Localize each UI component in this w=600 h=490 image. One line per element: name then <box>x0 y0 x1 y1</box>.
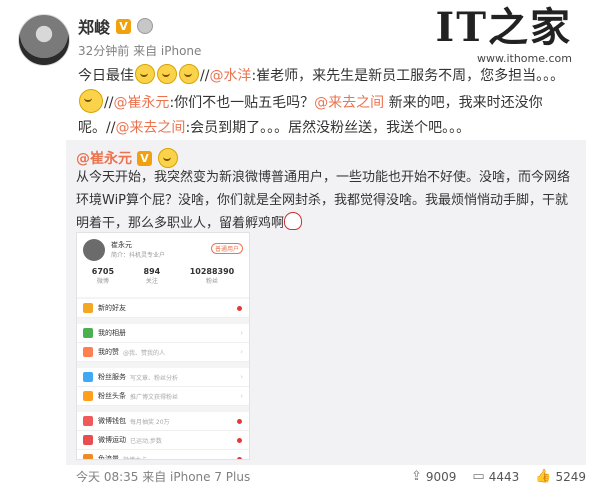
menu-row[interactable]: 新的好友 <box>77 299 249 318</box>
menu-item-icon <box>83 328 93 338</box>
menu-item-label: 新的好友 <box>98 304 126 312</box>
menu-item-sub: 写文章、粉丝分析 <box>130 374 179 382</box>
menu-item-label: 免流量 <box>98 455 119 460</box>
menu-item-label: 粉丝头条 <box>98 392 126 400</box>
action-bar: ⇪ 9009 ▭ 4443 👍 5249 <box>411 468 586 485</box>
menu-item-icon <box>83 454 93 459</box>
post-author: 郑峻 V <box>78 14 154 38</box>
chevron-right-icon: › <box>240 329 243 337</box>
profile-stats: 6705 微博 894 关注 10288390 粉丝 <box>77 267 249 285</box>
chevron-right-icon: › <box>240 373 243 381</box>
mention-link[interactable]: @水洋 <box>209 68 251 84</box>
menu-row[interactable]: 粉丝头条 推广博文获得粉丝 › <box>77 387 249 406</box>
emoji-icon <box>179 64 199 84</box>
menu-row[interactable]: 我的赞 @我、赞我的人 › <box>77 343 249 362</box>
medal-icon <box>137 18 154 34</box>
like-button[interactable]: 👍 5249 <box>535 469 586 484</box>
repost-button[interactable]: ⇪ 9009 <box>411 469 456 484</box>
stat-following: 894 关注 <box>143 267 161 285</box>
menu-item-icon <box>83 391 93 401</box>
profile-intro: 简介：抖机灵专业户 <box>111 252 166 259</box>
text-seg: :会员到期了。。。居然没粉丝送，我送个吧。。。 <box>185 120 471 136</box>
menu-row[interactable]: 粉丝服务 写文章、粉丝分析 › <box>77 368 249 387</box>
emoji-icon <box>158 148 178 168</box>
menu-item-icon <box>83 303 93 313</box>
comment-icon: ▭ <box>472 469 485 484</box>
member-tag: 普通用户 <box>210 243 243 254</box>
menu-row[interactable]: 微博运动 已运动,步数 <box>77 431 249 450</box>
menu-item-sub: 每月抽奖 20万 <box>130 418 170 426</box>
mention-link[interactable]: @来去之间 <box>115 120 185 136</box>
text-seg: :崔老师，来先生是新员工服务不周，您多担当。。。 <box>251 68 565 84</box>
comment-count: 4443 <box>488 469 520 484</box>
repost-meta: 今天 08:35 来自 iPhone 7 Plus <box>76 470 251 484</box>
chevron-right-icon: › <box>240 348 243 356</box>
stat-posts: 6705 微博 <box>91 267 115 285</box>
post-meta: 32分钟前 来自 iPhone <box>78 44 202 58</box>
profile-card: 崔永元 简介：抖机灵专业户 普通用户 6705 微博 894 关注 10288390… <box>77 233 249 297</box>
notification-dot-icon <box>237 418 242 424</box>
menu-item-sub: 已运动,步数 <box>130 437 162 445</box>
attached-screenshot[interactable]: 崔永元 简介：抖机灵专业户 普通用户 6705 微博 894 关注 10288390… <box>76 232 250 460</box>
post-text: 今日最佳//@水洋:崔老师，来先生是新员工服务不周，您多担当。。。 //@崔永元… <box>78 64 578 141</box>
emoji-icon <box>135 64 155 84</box>
thumbs-up-icon: 👍 <box>535 469 552 484</box>
menu-item-label: 微博钱包 <box>98 417 126 425</box>
menu-item-icon <box>83 416 93 426</box>
repost-footer: 今天 08:35 来自 iPhone 7 Plus ⇪ 9009 ▭ 4443 👍 5… <box>76 468 586 485</box>
menu-row[interactable]: 免流量 微博大卡 <box>77 450 249 460</box>
menu-item-sub: @我、赞我的人 <box>123 349 166 357</box>
menu-item-icon <box>83 347 93 357</box>
profile-avatar <box>83 239 105 261</box>
stat-followers: 10288390 粉丝 <box>189 267 235 285</box>
verified-badge-icon: V <box>137 150 152 166</box>
author-name[interactable]: 郑峻 <box>78 14 110 38</box>
notification-dot-icon <box>237 437 242 443</box>
menu-item-icon <box>83 435 93 445</box>
menu-row[interactable]: 我的相册 › <box>77 324 249 343</box>
notification-dot-icon <box>237 305 242 311</box>
notification-dot-icon <box>237 456 242 459</box>
repost-author-link[interactable]: @崔永元 <box>76 148 132 168</box>
repost-icon: ⇪ <box>410 469 422 484</box>
text-seg: :你们不也一贴五毛吗？ <box>169 95 315 111</box>
author-avatar[interactable] <box>18 14 70 66</box>
menu-item-sub: 推广博文获得粉丝 <box>130 393 179 401</box>
repost-count: 9009 <box>425 469 457 484</box>
profile-name: 崔永元 <box>111 241 132 249</box>
like-count: 5249 <box>555 469 586 484</box>
menu-item-icon <box>83 372 93 382</box>
menu-item-label: 我的相册 <box>98 329 126 337</box>
rooster-icon <box>284 212 303 230</box>
text-seg: 今日最佳 <box>78 68 134 84</box>
repost-text: 从今天开始，我突然变为新浪微博普通用户，一些功能也开始不好使。没啥，而今网络环境… <box>76 166 576 235</box>
menu-row[interactable]: 微博钱包 每月抽奖 20万 <box>77 412 249 431</box>
ithome-logo: IT之家 www.ithome.com <box>435 4 572 66</box>
menu-item-label: 微博运动 <box>98 436 126 444</box>
menu-item-sub: 微博大卡 <box>123 456 148 460</box>
repost-body: 从今天开始，我突然变为新浪微博普通用户，一些功能也开始不好使。没啥，而今网络环境… <box>76 170 571 231</box>
reposted-weibo: @崔永元 V 从今天开始，我突然变为新浪微博普通用户，一些功能也开始不好使。没啥… <box>66 140 586 484</box>
mention-link[interactable]: @来去之间 <box>314 95 384 111</box>
smiley-emoji-icon <box>79 89 103 113</box>
menu-list: 新的好友 我的相册 › 我的赞 @我、赞我的人 › 粉丝服务 写文章、粉丝分析 › 粉丝头条 推广博… <box>77 299 249 460</box>
logo-mark: IT之家 <box>435 4 572 51</box>
menu-item-label: 我的赞 <box>98 348 119 356</box>
repost-author: @崔永元 V <box>76 148 179 168</box>
menu-item-label: 粉丝服务 <box>98 373 126 381</box>
emoji-icon <box>157 64 177 84</box>
comment-button[interactable]: ▭ 4443 <box>472 469 519 484</box>
chevron-right-icon: › <box>240 392 243 400</box>
mention-link[interactable]: @崔永元 <box>113 95 169 111</box>
verified-badge-icon: V <box>116 18 132 34</box>
